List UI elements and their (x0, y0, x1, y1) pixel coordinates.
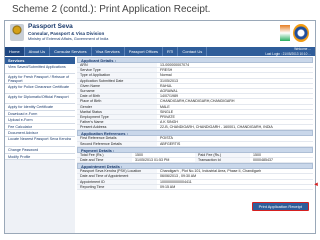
field-label: Marital Status (77, 109, 157, 114)
sidebar-item-download-eform[interactable]: Download e-Form (5, 110, 75, 118)
field-label: Place of Birth (77, 99, 157, 104)
field-label: Present Address (77, 125, 157, 130)
sidebar-item-change-password[interactable]: Change Password (5, 146, 75, 154)
field-label: Passport Seva Kendra (PSK) Location (77, 169, 157, 174)
field-value: 14/07/1989 (160, 94, 178, 99)
field-value: Normal (160, 73, 172, 78)
sidebar-item-apply-fresh-passport[interactable]: Apply for Fresh Passport / Reissue of Pa… (5, 74, 75, 84)
sidebar-heading: Services (5, 57, 75, 64)
field-value: FRESH (160, 68, 173, 73)
field-value: Chandigarh , Plot No.101, Industrial Are… (160, 169, 262, 174)
sidebar: Services View Saved/Submitted Applicatio… (5, 57, 75, 233)
table-row: Reporting Time 09:15 AM (77, 184, 313, 190)
sidebar-item-view-applications[interactable]: View Saved/Submitted Applications (5, 64, 75, 74)
nav-home[interactable]: Home (5, 47, 25, 56)
field-label: Given Name (77, 83, 157, 88)
field-value: 09:15 AM (160, 184, 176, 189)
passport-seva-logo-icon (293, 24, 309, 42)
sidebar-item-locate-psk[interactable]: Locate Nearest Passport Seva Kendra (5, 136, 75, 147)
field-value: POISTA (160, 136, 173, 141)
field-label: Application Submitted Date (77, 78, 157, 83)
field-label: Reporting Time (77, 184, 157, 189)
field-label: Date of Birth (77, 94, 157, 99)
field-value: 0000485437 (253, 158, 273, 162)
nav-consular-services[interactable]: Consular Services (50, 47, 92, 56)
sidebar-item-diplomatic-passport[interactable]: Apply for Diplomatic/Official Passport (5, 94, 75, 104)
sidebar-item-fee-calculator[interactable]: Fee Calculator (5, 123, 75, 131)
nav-rti[interactable]: RTI (163, 47, 179, 56)
site-subtitle: Consular, Passport & Visa Division (28, 31, 105, 36)
field-value: 31/05/2013 01:53 PM (135, 158, 170, 162)
site-title: Passport Seva (28, 23, 73, 30)
print-application-receipt-button[interactable]: Print Application Receipt (251, 202, 309, 211)
applicant-rows: ARN 13-000000007074 Service Type FRESH Typ… (77, 63, 313, 131)
field-value: 13-000000007074 (160, 63, 190, 67)
field-label: Type of Application (77, 73, 157, 78)
field-label: Date and Time (77, 158, 132, 163)
field-label: Appointment ID (77, 179, 157, 184)
field-value: MALE (160, 104, 170, 109)
print-button-wrap: Print Application Receipt (251, 202, 309, 211)
nav-about-us[interactable]: About Us (25, 47, 51, 56)
field-label: First Reference Details (77, 136, 157, 141)
nav-passport-offices[interactable]: Passport Offices (125, 47, 164, 56)
field-value: 1500 (253, 152, 261, 157)
field-value: 31/05/2013 (160, 78, 178, 83)
field-value: RAHUL (160, 83, 173, 88)
field-value: SINGLE (160, 109, 174, 114)
flag-icon (280, 25, 290, 41)
ministry-name: Ministry of External Affairs, Government… (28, 37, 109, 41)
slide-title: Scheme 2 (contd.): Print Application Rec… (12, 4, 211, 15)
field-label: Gender (77, 104, 157, 109)
national-emblem-icon (10, 24, 24, 41)
field-value: CHANDIGARH,CHANDIGARH,CHANDIGARH (160, 99, 235, 104)
nav-visa-services[interactable]: Visa Services (92, 47, 125, 56)
field-value: ABFGERTIS (160, 141, 181, 146)
sidebar-item-modify-profile[interactable]: Modify Profile (5, 153, 75, 161)
sidebar-item-police-clearance[interactable]: Apply for Police Clearance Certificate (5, 84, 75, 94)
field-label: ARN (77, 63, 157, 68)
field-label: Father's Name (77, 120, 157, 125)
field-value: 1500 (135, 152, 143, 157)
field-value: PRIVATE (160, 114, 175, 119)
last-login: Last Login : 21/05/2013 10:10 ... (265, 51, 311, 56)
user-info: Welcome ... Last Login : 21/05/2013 10:1… (265, 47, 311, 56)
field-value: 06/06/2013 , 09:30 AM (160, 174, 197, 179)
field-label: Total Fee (Rs.) (77, 152, 132, 157)
field-label: Second Reference Details (77, 141, 157, 146)
sidebar-item-document-advisor[interactable]: Document Advisor (5, 130, 75, 137)
main-nav: Home About Us Consular Services Visa Ser… (5, 47, 315, 56)
sidebar-item-identity-certificate[interactable]: Apply for Identity Certificate (5, 104, 75, 111)
pointer-arrow-icon: ◄ (313, 182, 319, 188)
site-header: Passport Seva Consular, Passport & Visa … (5, 21, 315, 47)
field-value: A K SINGH (160, 120, 178, 125)
field-value: 22-B, CHANDIGARH, CHANDIGARH - 160001, C… (160, 125, 273, 130)
field-value: AGRAWAL (160, 88, 178, 93)
field-label: Paid Fee (Rs.) (195, 152, 250, 157)
nav-contact-us[interactable]: Contact Us (178, 47, 208, 56)
field-label: Service Type (77, 68, 157, 73)
field-label: Surname (77, 88, 157, 94)
field-value: 1000000000004411 (160, 179, 192, 184)
field-label: Transaction Id (195, 158, 250, 163)
field-label: Date and Time of Appointment (77, 174, 157, 179)
field-label: Employment Type (77, 114, 157, 120)
screenshot-frame: Passport Seva Consular, Passport & Visa … (4, 20, 316, 234)
sidebar-item-upload-eform[interactable]: Upload e-Form (5, 117, 75, 124)
